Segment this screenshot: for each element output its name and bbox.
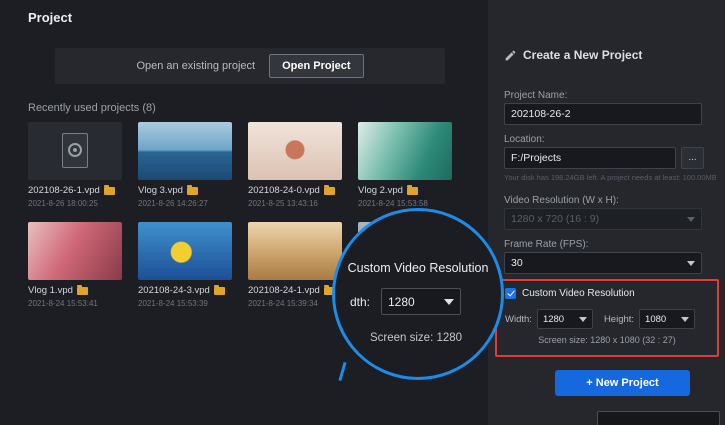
partial-dropdown[interactable] xyxy=(597,411,720,425)
folder-icon[interactable] xyxy=(77,287,88,295)
project-name-label: Project Name: xyxy=(504,90,567,101)
location-input[interactable] xyxy=(504,147,676,169)
browse-button[interactable]: ... xyxy=(681,147,704,169)
project-thumbnail[interactable] xyxy=(138,122,232,180)
project-name: 202108-26-1.vpd xyxy=(28,185,100,196)
folder-icon[interactable] xyxy=(104,187,115,195)
chevron-down-icon xyxy=(579,317,587,322)
edit-pencil-icon xyxy=(504,49,517,62)
project-name: 202108-24-3.vpd xyxy=(138,285,210,296)
panel-header: Create a New Project xyxy=(504,48,642,62)
framerate-dropdown[interactable]: 30 xyxy=(504,252,702,274)
project-date: 2021-8-24 15:53:39 xyxy=(138,299,236,308)
height-dropdown[interactable]: 1080 xyxy=(639,309,695,329)
width-height-row: Width: 1280 Height: 1080 xyxy=(505,309,695,329)
vpd-file-icon xyxy=(62,133,88,168)
project-thumbnail[interactable] xyxy=(28,122,122,180)
folder-icon[interactable] xyxy=(187,187,198,195)
magnifier-overlay: Custom Video Resolution dth: 1280 Screen… xyxy=(332,208,504,380)
height-value: 1080 xyxy=(645,314,666,325)
project-date: 2021-8-25 13:43:16 xyxy=(248,199,346,208)
folder-icon[interactable] xyxy=(214,287,225,295)
project-item: 202108-24-0.vpd 2021-8-25 13:43:16 xyxy=(248,122,346,208)
resolution-value: 1280 x 720 (16 : 9) xyxy=(511,213,599,225)
project-date: 2021-8-26 14:26:27 xyxy=(138,199,236,208)
open-existing-label: Open an existing project xyxy=(136,60,255,72)
project-item: Vlog 2.vpd 2021-8-24 15:53:58 xyxy=(358,122,456,208)
magnifier-screen-size: Screen size: 1280 xyxy=(370,332,462,344)
project-name: 202108-24-1.vpd xyxy=(248,285,320,296)
project-thumbnail[interactable] xyxy=(248,122,342,180)
project-name: Vlog 1.vpd xyxy=(28,285,73,296)
project-name-input[interactable] xyxy=(504,103,702,125)
framerate-label: Frame Rate (FPS): xyxy=(504,239,588,250)
create-project-panel: Create a New Project Project Name: Locat… xyxy=(488,0,725,425)
project-name: Vlog 3.vpd xyxy=(138,185,183,196)
magnifier-width-value: 1280 xyxy=(388,295,415,309)
chevron-down-icon xyxy=(681,317,689,322)
dialog-title: Project xyxy=(28,10,72,25)
new-project-button[interactable]: + New Project xyxy=(555,370,690,396)
custom-resolution-checkbox[interactable] xyxy=(505,288,516,299)
project-dialog: Project Open an existing project Open Pr… xyxy=(0,0,725,425)
custom-resolution-checkbox-row: Custom Video Resolution xyxy=(505,288,635,299)
magnifier-width-dropdown: 1280 xyxy=(381,288,461,315)
project-thumbnail[interactable] xyxy=(358,122,452,180)
magnifier-width-label: dth: xyxy=(350,295,370,309)
project-name: Vlog 2.vpd xyxy=(358,185,403,196)
open-project-button[interactable]: Open Project xyxy=(269,54,363,78)
open-project-bar: Open an existing project Open Project xyxy=(55,48,445,84)
project-thumbnail[interactable] xyxy=(28,222,122,280)
project-thumbnail[interactable] xyxy=(248,222,342,280)
width-value: 1280 xyxy=(543,314,564,325)
project-date: 2021-8-26 18:00:25 xyxy=(28,199,126,208)
project-item: Vlog 3.vpd 2021-8-26 14:26:27 xyxy=(138,122,236,208)
project-item: Vlog 1.vpd 2021-8-24 15:53:41 xyxy=(28,222,126,308)
height-label: Height: xyxy=(604,314,634,325)
project-item: 202108-24-3.vpd 2021-8-24 15:53:39 xyxy=(138,222,236,308)
folder-icon[interactable] xyxy=(407,187,418,195)
disk-space-hint: Your disk has 198.24GB left. A project n… xyxy=(504,173,716,182)
width-dropdown[interactable]: 1280 xyxy=(537,309,593,329)
custom-resolution-highlight: Custom Video Resolution Width: 1280 Heig… xyxy=(495,279,719,357)
screen-size-text: Screen size: 1280 x 1080 (32 : 27) xyxy=(497,335,717,345)
panel-header-label: Create a New Project xyxy=(523,48,642,62)
folder-icon[interactable] xyxy=(324,187,335,195)
project-name: 202108-24-0.vpd xyxy=(248,185,320,196)
resolution-label: Video Resolution (W x H): xyxy=(504,195,619,206)
project-item: 202108-26-1.vpd 2021-8-26 18:00:25 xyxy=(28,122,126,208)
custom-resolution-label: Custom Video Resolution xyxy=(522,288,635,299)
chevron-down-icon xyxy=(687,217,695,222)
location-label: Location: xyxy=(504,134,545,145)
magnifier-title: Custom Video Resolution xyxy=(335,261,501,275)
project-date: 2021-8-24 15:53:58 xyxy=(358,199,456,208)
width-label: Width: xyxy=(505,314,532,325)
project-thumbnail[interactable] xyxy=(138,222,232,280)
chevron-down-icon xyxy=(687,261,695,266)
recent-projects-label: Recently used projects (8) xyxy=(28,102,156,114)
framerate-value: 30 xyxy=(511,257,523,269)
magnifier-handle xyxy=(338,362,346,381)
project-date: 2021-8-24 15:53:41 xyxy=(28,299,126,308)
chevron-down-icon xyxy=(444,299,454,305)
resolution-dropdown[interactable]: 1280 x 720 (16 : 9) xyxy=(504,208,702,230)
